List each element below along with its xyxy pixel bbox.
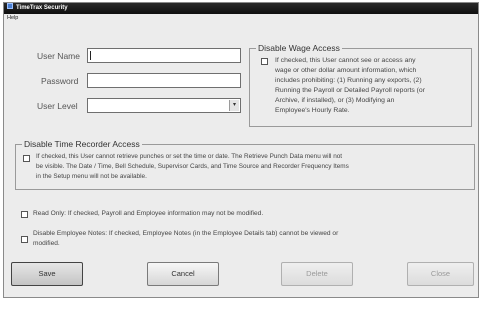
password-label: Password xyxy=(41,76,79,86)
desc-line: be visible. The Date / Time, Bell Schedu… xyxy=(36,163,349,170)
user-name-field[interactable] xyxy=(87,48,241,66)
time-recorder-title: Disable Time Recorder Access xyxy=(22,139,142,150)
time-recorder-description: If checked, this User cannot retrieve pu… xyxy=(36,152,474,182)
desc-line: If checked, this User cannot retrieve pu… xyxy=(36,153,343,160)
menu-help[interactable]: Help xyxy=(7,15,18,21)
desc-line: includes prohibiting: (1) Running any ex… xyxy=(275,77,422,84)
wage-access-group: Disable Wage Access If checked, this Use… xyxy=(249,43,472,127)
desc-line: Employee's Hourly Rate. xyxy=(275,107,350,114)
close-button[interactable]: Close xyxy=(407,262,474,286)
wage-access-description: If checked, this User cannot see or acce… xyxy=(275,56,470,116)
password-input[interactable] xyxy=(88,78,240,91)
window-title: TimeTrax Security xyxy=(16,5,68,11)
time-recorder-checkbox[interactable] xyxy=(23,155,30,162)
user-level-label: User Level xyxy=(37,101,78,111)
desc-line: in the Setup menu will not be available. xyxy=(36,173,147,180)
delete-button[interactable]: Delete xyxy=(281,262,353,286)
employee-notes-checkbox[interactable] xyxy=(21,236,28,243)
security-window: TimeTrax Security Help User Name Passwor… xyxy=(3,2,479,298)
desc-line: If checked, this User cannot see or acce… xyxy=(275,57,416,64)
app-icon xyxy=(7,3,13,10)
wage-access-checkbox[interactable] xyxy=(261,58,268,65)
save-button[interactable]: Save xyxy=(11,262,83,286)
password-field[interactable] xyxy=(87,73,241,91)
time-recorder-group: Disable Time Recorder Access If checked,… xyxy=(15,139,475,190)
user-name-input[interactable] xyxy=(88,53,240,66)
chevron-down-icon[interactable]: ▾ xyxy=(229,100,239,111)
user-level-select[interactable]: ▾ xyxy=(87,98,241,113)
employee-notes-label: Disable Employee Notes: If checked, Empl… xyxy=(33,229,463,249)
text-cursor xyxy=(90,51,91,60)
menu-bar: Help xyxy=(4,14,478,22)
desc-line: Disable Employee Notes: If checked, Empl… xyxy=(33,230,339,237)
read-only-checkbox[interactable] xyxy=(21,211,28,218)
cancel-button[interactable]: Cancel xyxy=(147,262,219,286)
read-only-label: Read Only: If checked, Payroll and Emplo… xyxy=(33,210,264,217)
desc-line: Archive, if installed), or (3) Modifying… xyxy=(275,97,395,104)
desc-line: modified. xyxy=(33,240,60,247)
wage-access-title: Disable Wage Access xyxy=(256,43,342,54)
user-name-label: User Name xyxy=(37,51,80,61)
title-bar: TimeTrax Security xyxy=(4,3,478,14)
desc-line: wage or other dollar amount information,… xyxy=(275,67,417,74)
desc-line: Running the Payroll or Detailed Payroll … xyxy=(275,87,425,94)
